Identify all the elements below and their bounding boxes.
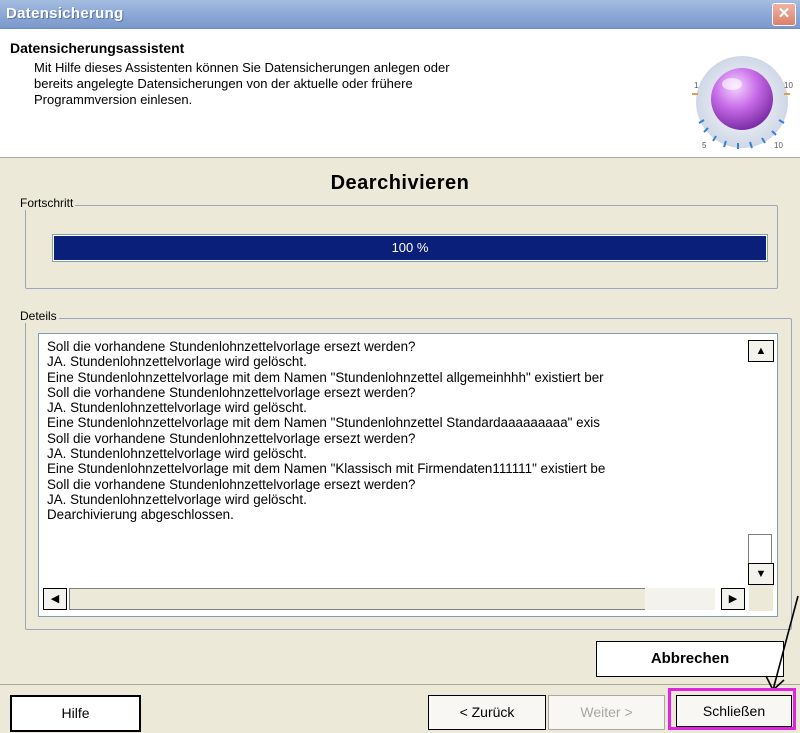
log-line: Soll die vorhandene Stundenlohnzettelvor… bbox=[47, 430, 416, 446]
wizard-description: Mit Hilfe dieses Assistenten können Sie … bbox=[34, 60, 594, 108]
scroll-right-icon[interactable]: ▶ bbox=[721, 588, 745, 610]
log-line: Soll die vorhandene Stundenlohnzettelvor… bbox=[47, 339, 416, 354]
log-line: Soll die vorhandene Stundenlohnzettelvor… bbox=[47, 384, 416, 400]
scroll-down-icon[interactable]: ▼ bbox=[748, 563, 774, 585]
log-line: JA. Stundenlohnzettelvorlage wird gelösc… bbox=[47, 400, 307, 416]
title-bar: Datensicherung ✕ bbox=[0, 0, 800, 29]
description-line: Mit Hilfe dieses Assistenten können Sie … bbox=[34, 60, 450, 75]
volume-knob-icon: 1 10 5 10 bbox=[688, 54, 796, 154]
scroll-up-icon[interactable]: ▲ bbox=[748, 340, 774, 362]
knob-label: 5 bbox=[702, 141, 707, 150]
knob-label: 10 bbox=[774, 141, 783, 150]
log-line: Soll die vorhandene Stundenlohnzettelvor… bbox=[47, 476, 416, 492]
window-title: Datensicherung bbox=[6, 5, 124, 22]
close-button[interactable]: Schließen bbox=[676, 695, 792, 727]
description-line: Programmversion einlesen. bbox=[34, 92, 193, 107]
scroll-track[interactable] bbox=[645, 588, 715, 610]
details-log[interactable]: Soll die vorhandene Stundenlohnzettelvor… bbox=[38, 333, 778, 617]
back-button[interactable]: < Zurück bbox=[428, 695, 546, 730]
log-line: Dearchivierung abgeschlossen. bbox=[47, 507, 234, 523]
log-line: Eine Stundenlohnzettelvorlage mit dem Na… bbox=[47, 369, 604, 385]
progress-bar: 100 % bbox=[52, 234, 768, 262]
wizard-title: Datensicherungsassistent bbox=[10, 40, 185, 56]
log-line: JA. Stundenlohnzettelvorlage wird gelösc… bbox=[47, 446, 307, 462]
log-line: JA. Stundenlohnzettelvorlage wird gelösc… bbox=[47, 354, 307, 370]
horizontal-scrollbar[interactable]: ◀ ▶ bbox=[41, 585, 745, 611]
cancel-button[interactable]: Abbrechen bbox=[596, 641, 784, 677]
help-button[interactable]: Hilfe bbox=[10, 695, 141, 732]
scroll-thumb[interactable] bbox=[748, 534, 772, 564]
details-text: Soll die vorhandene Stundenlohnzettelvor… bbox=[47, 339, 741, 573]
divider bbox=[0, 684, 800, 685]
next-button[interactable]: Weiter > bbox=[548, 695, 665, 730]
page-heading: Dearchivieren bbox=[330, 172, 470, 194]
arrow-annotation-icon bbox=[765, 595, 799, 691]
scroll-thumb[interactable] bbox=[69, 588, 646, 610]
close-icon[interactable]: ✕ bbox=[772, 3, 796, 26]
description-line: bereits angelegte Datensicherungen von d… bbox=[34, 76, 413, 91]
progress-legend: Fortschritt bbox=[18, 196, 76, 210]
knob-label: 10 bbox=[784, 81, 793, 90]
progress-label: 100 % bbox=[391, 240, 429, 255]
log-line: Eine Stundenlohnzettelvorlage mit dem Na… bbox=[47, 415, 600, 431]
vertical-scrollbar[interactable]: ▲ ▼ bbox=[746, 336, 774, 585]
details-legend: Deteils bbox=[18, 309, 59, 323]
scroll-left-icon[interactable]: ◀ bbox=[43, 588, 67, 610]
log-line: Eine Stundenlohnzettelvorlage mit dem Na… bbox=[47, 461, 606, 477]
log-line: JA. Stundenlohnzettelvorlage wird gelösc… bbox=[47, 491, 307, 507]
knob-label: 1 bbox=[694, 81, 699, 90]
